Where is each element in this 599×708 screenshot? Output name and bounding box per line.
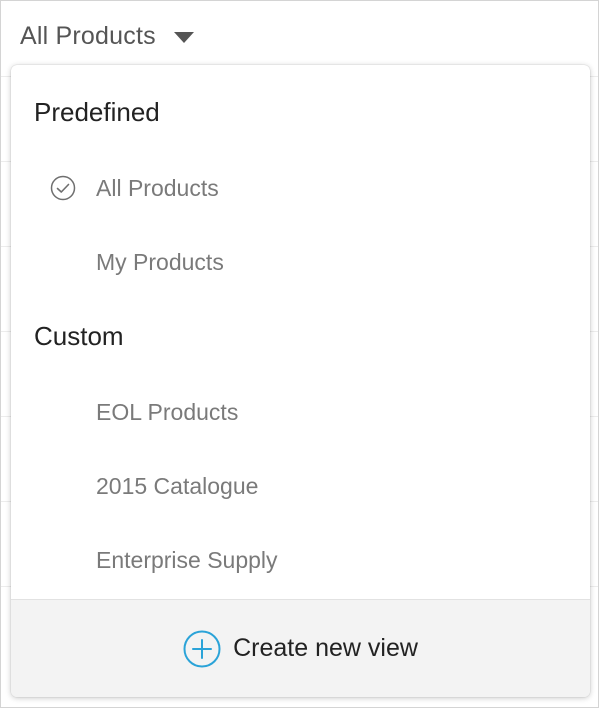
menu-item-all-products[interactable]: All Products: [11, 161, 590, 215]
menu-item-label: Enterprise Supply: [96, 546, 278, 573]
menu-item-2015-catalogue[interactable]: 2015 Catalogue: [11, 459, 590, 513]
menu-item-enterprise-supply[interactable]: Enterprise Supply: [11, 533, 590, 587]
section-title-predefined: Predefined: [34, 97, 160, 127]
create-new-view-content: Create new view: [183, 630, 418, 668]
app-frame: All Products Predefined All Products My …: [0, 0, 599, 708]
view-selector[interactable]: All Products: [20, 19, 194, 53]
menu-item-my-products[interactable]: My Products: [11, 235, 590, 289]
menu-item-label: 2015 Catalogue: [96, 472, 259, 499]
section-title-custom: Custom: [34, 321, 124, 351]
create-new-view-label: Create new view: [233, 634, 418, 662]
view-selector-label: All Products: [20, 21, 156, 50]
view-dropdown-menu: Predefined All Products My Products Cust…: [11, 65, 590, 697]
menu-item-label: EOL Products: [96, 398, 239, 425]
menu-item-label: All Products: [96, 174, 219, 201]
caret-down-icon[interactable]: [173, 32, 194, 43]
checkmark-circle-icon: [50, 175, 76, 201]
plus-circle-icon: [183, 630, 221, 667]
menu-item-eol-products[interactable]: EOL Products: [11, 385, 590, 439]
menu-item-label: My Products: [96, 248, 224, 275]
create-new-view-button[interactable]: Create new view: [11, 599, 590, 697]
